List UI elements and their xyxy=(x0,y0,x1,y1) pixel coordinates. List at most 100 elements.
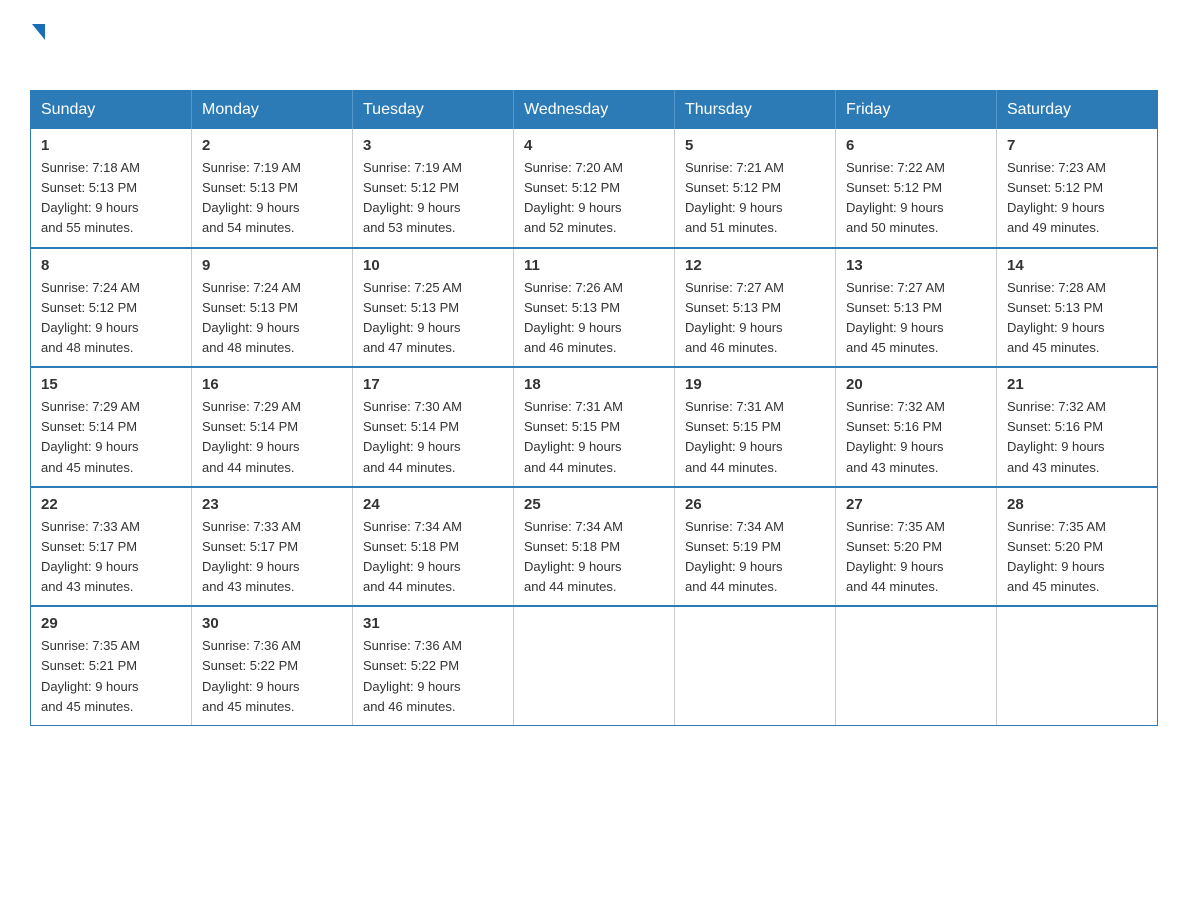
day-number: 31 xyxy=(363,615,503,632)
calendar-cell: 25 Sunrise: 7:34 AMSunset: 5:18 PMDaylig… xyxy=(514,487,675,607)
calendar-cell: 11 Sunrise: 7:26 AMSunset: 5:13 PMDaylig… xyxy=(514,248,675,368)
calendar-cell: 2 Sunrise: 7:19 AMSunset: 5:13 PMDayligh… xyxy=(192,129,353,248)
day-info: Sunrise: 7:28 AMSunset: 5:13 PMDaylight:… xyxy=(1007,278,1147,359)
calendar-cell: 18 Sunrise: 7:31 AMSunset: 5:15 PMDaylig… xyxy=(514,367,675,487)
calendar-week-row: 1 Sunrise: 7:18 AMSunset: 5:13 PMDayligh… xyxy=(31,129,1158,248)
day-info: Sunrise: 7:26 AMSunset: 5:13 PMDaylight:… xyxy=(524,278,664,359)
day-number: 7 xyxy=(1007,137,1147,154)
calendar-cell xyxy=(836,606,997,725)
calendar-cell: 22 Sunrise: 7:33 AMSunset: 5:17 PMDaylig… xyxy=(31,487,192,607)
day-info: Sunrise: 7:27 AMSunset: 5:13 PMDaylight:… xyxy=(846,278,986,359)
day-info: Sunrise: 7:35 AMSunset: 5:20 PMDaylight:… xyxy=(1007,517,1147,598)
calendar-cell: 4 Sunrise: 7:20 AMSunset: 5:12 PMDayligh… xyxy=(514,129,675,248)
day-number: 19 xyxy=(685,376,825,393)
day-number: 12 xyxy=(685,257,825,274)
column-header-saturday: Saturday xyxy=(997,91,1158,130)
day-number: 23 xyxy=(202,496,342,513)
day-number: 28 xyxy=(1007,496,1147,513)
day-info: Sunrise: 7:35 AMSunset: 5:20 PMDaylight:… xyxy=(846,517,986,598)
day-number: 4 xyxy=(524,137,664,154)
calendar-cell xyxy=(514,606,675,725)
calendar-cell: 13 Sunrise: 7:27 AMSunset: 5:13 PMDaylig… xyxy=(836,248,997,368)
day-info: Sunrise: 7:19 AMSunset: 5:13 PMDaylight:… xyxy=(202,158,342,239)
day-info: Sunrise: 7:36 AMSunset: 5:22 PMDaylight:… xyxy=(363,636,503,717)
day-number: 5 xyxy=(685,137,825,154)
day-info: Sunrise: 7:29 AMSunset: 5:14 PMDaylight:… xyxy=(41,397,181,478)
calendar-cell: 1 Sunrise: 7:18 AMSunset: 5:13 PMDayligh… xyxy=(31,129,192,248)
day-number: 6 xyxy=(846,137,986,154)
day-info: Sunrise: 7:22 AMSunset: 5:12 PMDaylight:… xyxy=(846,158,986,239)
day-number: 1 xyxy=(41,137,181,154)
day-info: Sunrise: 7:35 AMSunset: 5:21 PMDaylight:… xyxy=(41,636,181,717)
day-info: Sunrise: 7:34 AMSunset: 5:18 PMDaylight:… xyxy=(363,517,503,598)
day-info: Sunrise: 7:33 AMSunset: 5:17 PMDaylight:… xyxy=(41,517,181,598)
calendar-cell: 7 Sunrise: 7:23 AMSunset: 5:12 PMDayligh… xyxy=(997,129,1158,248)
column-header-friday: Friday xyxy=(836,91,997,130)
calendar-week-row: 8 Sunrise: 7:24 AMSunset: 5:12 PMDayligh… xyxy=(31,248,1158,368)
day-number: 8 xyxy=(41,257,181,274)
day-number: 25 xyxy=(524,496,664,513)
calendar-cell: 19 Sunrise: 7:31 AMSunset: 5:15 PMDaylig… xyxy=(675,367,836,487)
day-number: 14 xyxy=(1007,257,1147,274)
day-number: 26 xyxy=(685,496,825,513)
calendar-cell: 28 Sunrise: 7:35 AMSunset: 5:20 PMDaylig… xyxy=(997,487,1158,607)
calendar-cell: 17 Sunrise: 7:30 AMSunset: 5:14 PMDaylig… xyxy=(353,367,514,487)
column-header-wednesday: Wednesday xyxy=(514,91,675,130)
calendar-cell: 12 Sunrise: 7:27 AMSunset: 5:13 PMDaylig… xyxy=(675,248,836,368)
day-number: 11 xyxy=(524,257,664,274)
calendar-cell: 9 Sunrise: 7:24 AMSunset: 5:13 PMDayligh… xyxy=(192,248,353,368)
calendar-header-row: SundayMondayTuesdayWednesdayThursdayFrid… xyxy=(31,91,1158,130)
day-info: Sunrise: 7:25 AMSunset: 5:13 PMDaylight:… xyxy=(363,278,503,359)
day-number: 15 xyxy=(41,376,181,393)
day-number: 24 xyxy=(363,496,503,513)
day-number: 27 xyxy=(846,496,986,513)
day-number: 30 xyxy=(202,615,342,632)
day-info: Sunrise: 7:31 AMSunset: 5:15 PMDaylight:… xyxy=(524,397,664,478)
column-header-monday: Monday xyxy=(192,91,353,130)
day-info: Sunrise: 7:34 AMSunset: 5:18 PMDaylight:… xyxy=(524,517,664,598)
day-info: Sunrise: 7:23 AMSunset: 5:12 PMDaylight:… xyxy=(1007,158,1147,239)
day-info: Sunrise: 7:33 AMSunset: 5:17 PMDaylight:… xyxy=(202,517,342,598)
calendar-cell: 20 Sunrise: 7:32 AMSunset: 5:16 PMDaylig… xyxy=(836,367,997,487)
calendar-cell: 14 Sunrise: 7:28 AMSunset: 5:13 PMDaylig… xyxy=(997,248,1158,368)
calendar-table: SundayMondayTuesdayWednesdayThursdayFrid… xyxy=(30,90,1158,726)
calendar-cell: 24 Sunrise: 7:34 AMSunset: 5:18 PMDaylig… xyxy=(353,487,514,607)
calendar-cell: 8 Sunrise: 7:24 AMSunset: 5:12 PMDayligh… xyxy=(31,248,192,368)
day-info: Sunrise: 7:31 AMSunset: 5:15 PMDaylight:… xyxy=(685,397,825,478)
column-header-thursday: Thursday xyxy=(675,91,836,130)
day-info: Sunrise: 7:18 AMSunset: 5:13 PMDaylight:… xyxy=(41,158,181,239)
day-info: Sunrise: 7:24 AMSunset: 5:13 PMDaylight:… xyxy=(202,278,342,359)
day-number: 13 xyxy=(846,257,986,274)
day-info: Sunrise: 7:30 AMSunset: 5:14 PMDaylight:… xyxy=(363,397,503,478)
day-info: Sunrise: 7:36 AMSunset: 5:22 PMDaylight:… xyxy=(202,636,342,717)
day-number: 2 xyxy=(202,137,342,154)
calendar-cell: 23 Sunrise: 7:33 AMSunset: 5:17 PMDaylig… xyxy=(192,487,353,607)
day-number: 29 xyxy=(41,615,181,632)
calendar-cell: 26 Sunrise: 7:34 AMSunset: 5:19 PMDaylig… xyxy=(675,487,836,607)
day-number: 3 xyxy=(363,137,503,154)
calendar-cell: 15 Sunrise: 7:29 AMSunset: 5:14 PMDaylig… xyxy=(31,367,192,487)
column-header-tuesday: Tuesday xyxy=(353,91,514,130)
header xyxy=(30,20,1158,72)
day-info: Sunrise: 7:34 AMSunset: 5:19 PMDaylight:… xyxy=(685,517,825,598)
calendar-cell: 16 Sunrise: 7:29 AMSunset: 5:14 PMDaylig… xyxy=(192,367,353,487)
logo-arrow-icon xyxy=(32,24,45,40)
calendar-cell: 29 Sunrise: 7:35 AMSunset: 5:21 PMDaylig… xyxy=(31,606,192,725)
day-info: Sunrise: 7:27 AMSunset: 5:13 PMDaylight:… xyxy=(685,278,825,359)
day-number: 16 xyxy=(202,376,342,393)
day-number: 21 xyxy=(1007,376,1147,393)
day-info: Sunrise: 7:20 AMSunset: 5:12 PMDaylight:… xyxy=(524,158,664,239)
calendar-cell: 31 Sunrise: 7:36 AMSunset: 5:22 PMDaylig… xyxy=(353,606,514,725)
day-number: 17 xyxy=(363,376,503,393)
column-header-sunday: Sunday xyxy=(31,91,192,130)
calendar-cell: 10 Sunrise: 7:25 AMSunset: 5:13 PMDaylig… xyxy=(353,248,514,368)
day-number: 22 xyxy=(41,496,181,513)
day-number: 10 xyxy=(363,257,503,274)
logo xyxy=(30,20,45,72)
calendar-week-row: 22 Sunrise: 7:33 AMSunset: 5:17 PMDaylig… xyxy=(31,487,1158,607)
day-number: 18 xyxy=(524,376,664,393)
calendar-cell: 6 Sunrise: 7:22 AMSunset: 5:12 PMDayligh… xyxy=(836,129,997,248)
day-number: 9 xyxy=(202,257,342,274)
day-number: 20 xyxy=(846,376,986,393)
calendar-cell: 3 Sunrise: 7:19 AMSunset: 5:12 PMDayligh… xyxy=(353,129,514,248)
